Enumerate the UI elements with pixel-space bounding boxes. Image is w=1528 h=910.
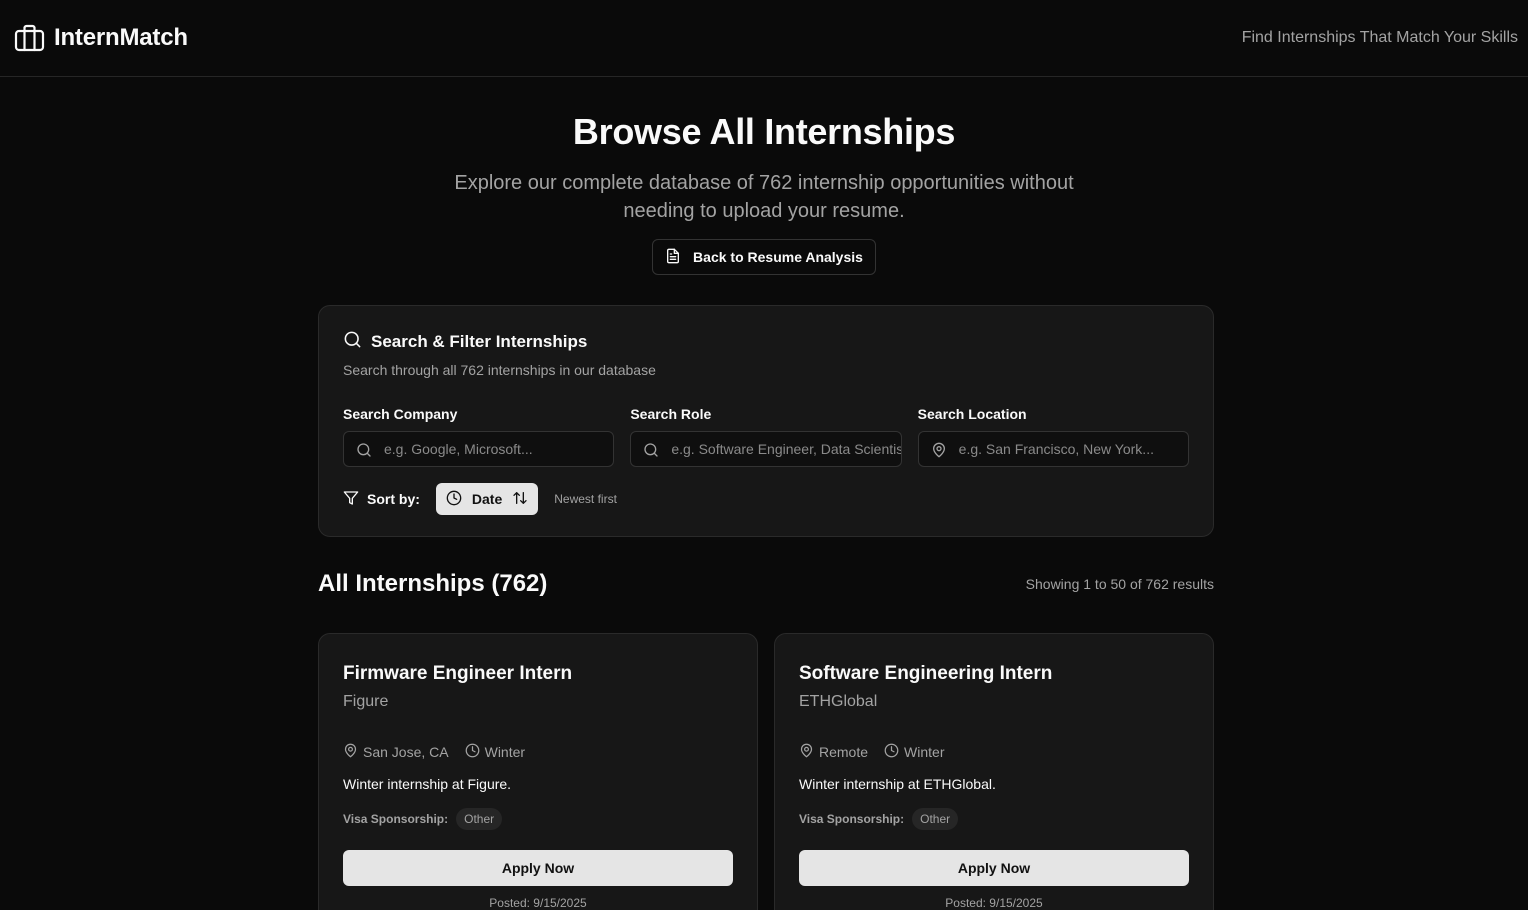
internship-location: San Jose, CA [343,743,449,761]
internship-company: ETHGlobal [799,693,878,710]
results-count: Showing 1 to 50 of 762 results [1025,576,1214,592]
sort-label: Sort by: [343,490,420,509]
results-header: All Internships (762) Showing 1 to 50 of… [318,570,1214,598]
filter-title-text: Search & Filter Internships [371,332,588,351]
internship-meta: San Jose, CA Winter [343,743,733,761]
sort-label-text: Sort by: [367,491,420,507]
clock-icon [465,743,480,761]
location-search-input[interactable] [918,432,1188,466]
brand-name: InternMatch [54,24,188,51]
location-field: Search Location [917,406,1189,467]
internship-description: Winter internship at Figure. [343,776,512,792]
visa-label: Visa Sponsorship: [799,812,905,826]
back-to-resume-button[interactable]: Back to Resume Analysis [652,239,876,275]
role-input-wrap [630,431,902,467]
page-title: Browse All Internships [572,111,956,152]
briefcase-icon [14,24,45,52]
visa-label: Visa Sponsorship: [343,812,449,826]
role-field: Search Role [630,406,902,467]
sort-row: Sort by: Date Newest first [343,483,1189,515]
filter-card-subtitle: Search through all 762 internships in ou… [343,362,656,378]
search-filter-card: Search & Filter Internships Search throu… [318,305,1214,537]
visa-badge: Other [912,808,959,830]
filter-card-title: Search & Filter Internships [343,330,1189,354]
visa-sponsorship: Visa Sponsorship: Other [799,808,1189,830]
location-field-label: Search Location [917,406,1027,422]
page-subtitle: Explore our complete database of 762 int… [454,172,1074,222]
role-search-input[interactable] [631,432,901,466]
map-pin-icon [799,743,814,761]
sort-order-note: Newest first [554,492,617,506]
company-search-input[interactable] [344,432,614,466]
map-pin-icon [343,743,358,761]
company-field-label: Search Company [343,406,458,422]
posted-date: Posted: 9/15/2025 [489,896,587,910]
clock-icon [446,490,462,509]
season-text: Winter [904,744,945,760]
location-text: Remote [819,744,869,760]
apply-now-button[interactable]: Apply Now [799,850,1189,886]
company-field: Search Company [343,406,615,467]
clock-icon [884,743,899,761]
internship-location: Remote [799,743,868,761]
internship-company: Figure [343,693,389,710]
location-input-wrap [917,431,1189,467]
location-text: San Jose, CA [363,744,449,760]
map-pin-icon [931,442,947,463]
header-tagline: Find Internships That Match Your Skills [1241,29,1518,46]
sort-date-button[interactable]: Date [435,483,539,515]
season-text: Winter [484,744,526,760]
search-fields: Search Company Search Role [343,406,1189,467]
back-button-label: Back to Resume Analysis [693,249,863,265]
arrow-up-down-icon [512,490,528,509]
search-icon [643,442,659,463]
role-field-label: Search Role [630,406,712,422]
apply-now-button[interactable]: Apply Now [343,850,733,886]
sort-date-label: Date [471,491,503,507]
hero-section: Browse All Internships Explore our compl… [0,111,1528,275]
visa-sponsorship: Visa Sponsorship: Other [343,808,733,830]
brand[interactable]: InternMatch [14,24,188,52]
internship-card: Software Engineering Intern ETHGlobal Re… [774,633,1214,910]
results-heading: All Internships (762) [318,570,548,597]
internship-meta: Remote Winter [799,743,1189,761]
search-icon [356,442,372,463]
top-header: InternMatch Find Internships That Match … [0,0,1528,77]
filter-icon [343,490,359,509]
internship-card: Firmware Engineer Intern Figure San Jose… [318,633,758,910]
internship-title: Firmware Engineer Intern [343,663,573,684]
internship-season: Winter [465,743,525,761]
internship-title: Software Engineering Intern [799,663,1053,684]
posted-date: Posted: 9/15/2025 [945,896,1043,910]
visa-badge: Other [456,808,503,830]
internship-description: Winter internship at ETHGlobal. [799,776,996,792]
company-input-wrap [343,431,615,467]
internship-season: Winter [884,743,944,761]
file-text-icon [665,248,681,267]
search-icon [343,330,362,354]
